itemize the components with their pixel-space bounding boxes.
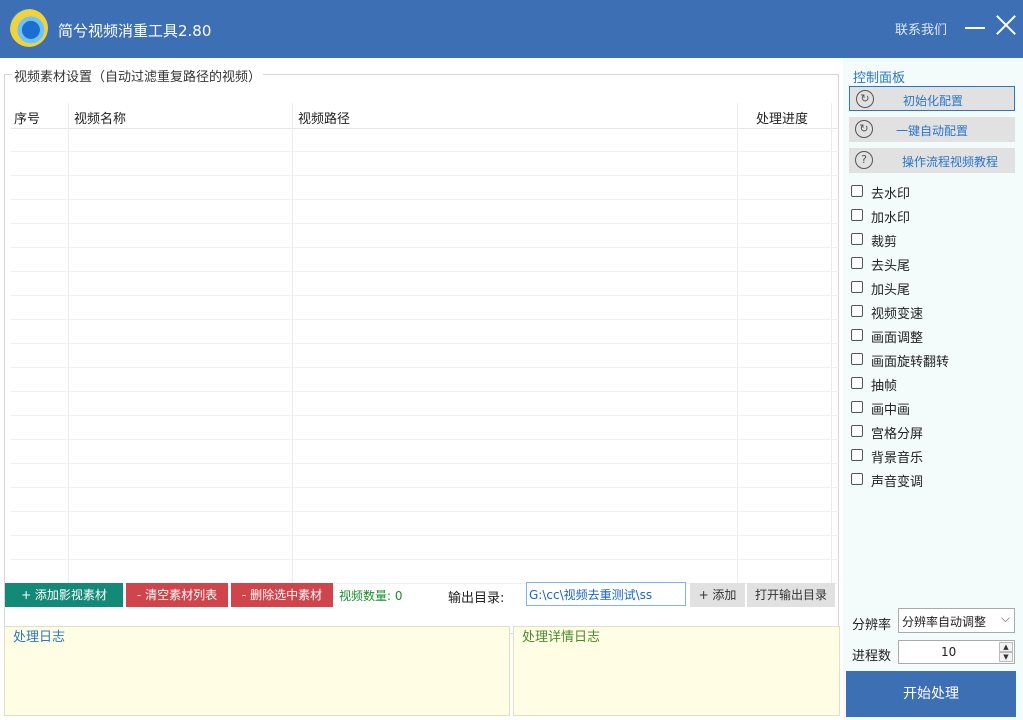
checkbox[interactable] (851, 281, 863, 293)
option-label: 画面调整 (871, 331, 924, 346)
column-divider (831, 103, 832, 591)
start-process-button[interactable]: 开始处理 (846, 671, 1016, 717)
checkbox[interactable] (851, 353, 863, 365)
checkbox[interactable] (851, 473, 863, 485)
option-label: 抽帧 (871, 379, 898, 394)
title-bar: 简兮视频消重工具2.80 联系我们 (0, 0, 1023, 58)
open-output-dir-button[interactable]: 打开输出目录 (747, 583, 835, 607)
table-row (11, 247, 839, 248)
output-dir-input[interactable] (526, 582, 686, 606)
clear-list-button[interactable]: - 清空素材列表 (126, 583, 228, 607)
spin-down-icon[interactable]: ▼ (999, 652, 1013, 662)
control-panel-title: 控制面板 (853, 71, 906, 86)
checkbox[interactable] (851, 305, 863, 317)
option-label: 加头尾 (871, 283, 911, 298)
checkbox[interactable] (851, 329, 863, 341)
checkbox[interactable] (851, 185, 863, 197)
output-dir-label: 输出目录: (448, 591, 505, 606)
table-row (11, 415, 839, 416)
checkbox[interactable] (851, 401, 863, 413)
auto-config-button[interactable]: ↻ 一键自动配置 (849, 117, 1015, 142)
column-header-path[interactable]: 视频路径 (298, 108, 350, 127)
table-row (11, 295, 839, 296)
materials-group-title: 视频素材设置（自动过滤重复路径的视频） (12, 66, 264, 85)
minimize-icon[interactable] (965, 27, 985, 29)
table-row (11, 439, 839, 440)
close-icon[interactable] (995, 14, 1017, 36)
resolution-select[interactable]: 分辨率自动调整 ⌵ (898, 608, 1015, 633)
option-label: 声音变调 (871, 475, 924, 490)
materials-group: 序号 视频名称 视频路径 处理进度 (4, 74, 839, 634)
column-header-index[interactable]: 序号 (14, 108, 40, 127)
table-row (11, 151, 839, 152)
tutorial-label: 操作流程视频教程 (901, 155, 998, 169)
table-row (11, 535, 839, 536)
table-row (11, 487, 839, 488)
option-label: 宫格分屏 (871, 427, 924, 442)
table-row (11, 511, 839, 512)
column-divider (292, 103, 293, 591)
spin-up-icon[interactable]: ▲ (999, 642, 1013, 652)
column-divider (68, 103, 69, 591)
resolution-label: 分辨率 (852, 618, 892, 633)
column-divider (737, 103, 738, 591)
table-row (11, 223, 839, 224)
add-video-button[interactable]: + 添加影视素材 (5, 583, 123, 607)
column-header-progress[interactable]: 处理进度 (756, 108, 808, 127)
table-row (11, 367, 839, 368)
video-count-label: 视频数量: 0 (339, 589, 403, 603)
table-row (11, 175, 839, 176)
option-label: 画中画 (871, 403, 911, 418)
process-count-label: 进程数 (852, 649, 892, 664)
option-label: 裁剪 (871, 235, 898, 250)
option-label: 画面旋转翻转 (871, 355, 950, 370)
process-log-panel[interactable]: 处理日志 (4, 626, 510, 716)
process-log-title: 处理日志 (13, 630, 66, 645)
checkbox[interactable] (851, 233, 863, 245)
auto-config-label: 一键自动配置 (895, 124, 968, 138)
checkbox[interactable] (851, 377, 863, 389)
video-table[interactable]: 序号 视频名称 视频路径 处理进度 (11, 103, 839, 618)
table-row (11, 319, 839, 320)
detail-log-title: 处理详情日志 (522, 630, 601, 645)
detail-log-panel[interactable]: 处理详情日志 (513, 626, 840, 716)
contact-us-link[interactable]: 联系我们 (895, 19, 947, 38)
app-logo-icon (10, 9, 48, 47)
process-count-stepper[interactable]: 10 ▲ ▼ (898, 640, 1015, 664)
delete-selected-button[interactable]: - 删除选中素材 (231, 583, 333, 607)
table-row (11, 271, 839, 272)
table-header: 序号 视频名称 视频路径 处理进度 (11, 103, 839, 129)
option-label: 背景音乐 (871, 451, 924, 466)
init-config-label: 初始化配置 (902, 94, 963, 108)
tutorial-button[interactable]: ? 操作流程视频教程 (849, 148, 1015, 173)
option-label: 加水印 (871, 211, 911, 226)
table-row (11, 343, 839, 344)
add-output-button[interactable]: + 添加 (690, 583, 745, 607)
option-label: 去水印 (871, 187, 911, 202)
table-row (11, 199, 839, 200)
checkbox[interactable] (851, 449, 863, 461)
option-label: 去头尾 (871, 259, 911, 274)
resolution-value: 分辨率自动调整 (902, 615, 987, 629)
init-config-button[interactable]: ↻ 初始化配置 (849, 86, 1015, 111)
chevron-down-icon: ⌵ (1000, 611, 1010, 625)
process-count-value: 10 (941, 645, 957, 659)
table-row (11, 391, 839, 392)
checkbox[interactable] (851, 257, 863, 269)
control-panel: 控制面板 ↻ 初始化配置 ↻ 一键自动配置 ? 操作流程视频教程 去水印加水印裁… (843, 58, 1023, 720)
table-row (11, 559, 839, 560)
option-label: 视频变速 (871, 307, 924, 322)
checkbox[interactable] (851, 209, 863, 221)
column-header-name[interactable]: 视频名称 (74, 108, 126, 127)
table-row (11, 463, 839, 464)
main-panel: 序号 视频名称 视频路径 处理进度 视频素材设置（自动过滤重复路径的视频） + … (0, 58, 843, 720)
app-title: 简兮视频消重工具2.80 (58, 22, 212, 40)
checkbox[interactable] (851, 425, 863, 437)
